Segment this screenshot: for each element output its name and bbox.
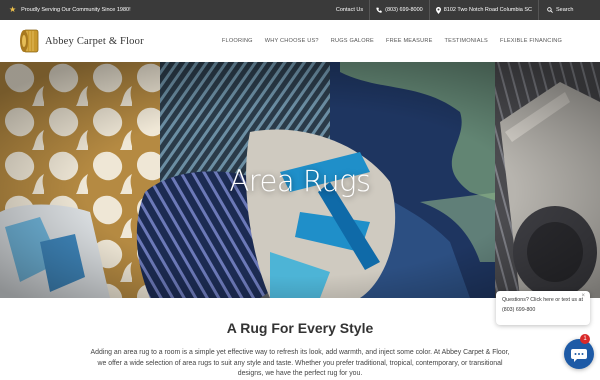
nav-item-flooring[interactable]: FLOORING [222,38,253,44]
map-pin-icon [435,6,441,14]
chat-message: Questions? Click here or text us at (803… [502,297,583,313]
star-icon: ★ [9,5,17,14]
address-text: 8102 Two Notch Road Columbia SC [443,7,532,13]
hero-title: Area Rugs [229,164,371,198]
rug-roll-logo-icon [20,29,39,53]
phone-link[interactable]: (803) 699-8000 [369,0,429,20]
main-nav: FLOORING WHY CHOOSE US? RUGS GALORE FREE… [222,20,562,62]
site-header: Abbey Carpet & Floor FLOORING WHY CHOOSE… [0,20,600,62]
promo-banner: ★ Proudly Serving Our Community Since 19… [9,0,131,20]
nav-item-rugs-galore[interactable]: RUGS GALORE [331,38,374,44]
chat-launcher-button[interactable] [564,339,594,369]
phone-icon [376,7,382,13]
nav-item-flexible-financing[interactable]: FLEXIBLE FINANCING [500,38,562,44]
hero-banner: Area Rugs [0,62,600,298]
notification-badge: 1 [580,334,590,344]
contact-link[interactable]: Contact Us [330,0,369,20]
top-links: Contact Us (803) 699-8000 8102 Two Notch… [330,0,600,20]
logo-name: Abbey Carpet & Floor [45,35,144,47]
address-link[interactable]: 8102 Two Notch Road Columbia SC [428,0,538,20]
phone-number: (803) 699-8000 [385,7,423,13]
promo-text: Proudly Serving Our Community Since 1980… [21,7,131,13]
logo[interactable]: Abbey Carpet & Floor [19,28,144,54]
chat-prompt[interactable]: × Questions? Click here or text us at (8… [496,291,590,325]
nav-item-why-choose-us[interactable]: WHY CHOOSE US? [265,38,319,44]
close-icon[interactable]: × [581,293,585,299]
contact-label: Contact Us [335,7,364,13]
top-bar: ★ Proudly Serving Our Community Since 19… [0,0,600,20]
search-link[interactable]: Search [538,0,600,20]
chat-bubble-icon [571,349,587,362]
search-icon [547,7,553,13]
nav-item-testimonials[interactable]: TESTIMONIALS [445,38,488,44]
search-label: Search [556,7,574,13]
nav-item-free-measure[interactable]: FREE MEASURE [386,38,433,44]
